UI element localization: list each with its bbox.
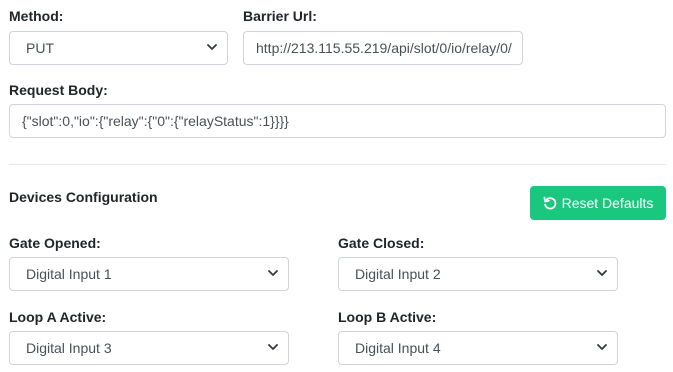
chevron-down-icon [268, 342, 278, 352]
gate-closed-value: Digital Input 2 [355, 266, 441, 282]
devices-configuration-title: Devices Configuration [9, 189, 158, 205]
undo-icon [543, 196, 557, 210]
method-select[interactable]: PUT [9, 31, 228, 65]
loop-a-active-label: Loop A Active: [9, 309, 107, 325]
gate-opened-select[interactable]: Digital Input 1 [9, 257, 289, 291]
loop-b-active-value: Digital Input 4 [355, 340, 441, 356]
reset-defaults-button[interactable]: Reset Defaults [530, 186, 666, 220]
chevron-down-icon [597, 268, 607, 278]
chevron-down-icon [268, 268, 278, 278]
barrier-url-input[interactable]: http://213.115.55.219/api/slot/0/io/rela… [243, 31, 523, 65]
request-body-value: {"slot":0,"io":{"relay":{"0":{"relayStat… [22, 113, 289, 129]
method-select-value: PUT [26, 40, 54, 56]
request-body-input[interactable]: {"slot":0,"io":{"relay":{"0":{"relayStat… [9, 104, 666, 138]
loop-a-active-value: Digital Input 3 [26, 340, 112, 356]
method-label: Method: [9, 8, 64, 24]
gate-closed-select[interactable]: Digital Input 2 [338, 257, 618, 291]
loop-b-active-label: Loop B Active: [338, 309, 437, 325]
reset-defaults-label: Reset Defaults [561, 195, 654, 211]
gate-closed-label: Gate Closed: [338, 235, 425, 251]
chevron-down-icon [207, 42, 217, 52]
loop-a-active-select[interactable]: Digital Input 3 [9, 331, 289, 365]
barrier-url-label: Barrier Url: [243, 8, 317, 24]
gate-opened-label: Gate Opened: [9, 235, 101, 251]
gate-opened-value: Digital Input 1 [26, 266, 112, 282]
barrier-url-value: http://213.115.55.219/api/slot/0/io/rela… [256, 40, 512, 56]
loop-b-active-select[interactable]: Digital Input 4 [338, 331, 618, 365]
request-body-label: Request Body: [9, 82, 108, 98]
section-divider [9, 164, 666, 165]
chevron-down-icon [597, 342, 607, 352]
